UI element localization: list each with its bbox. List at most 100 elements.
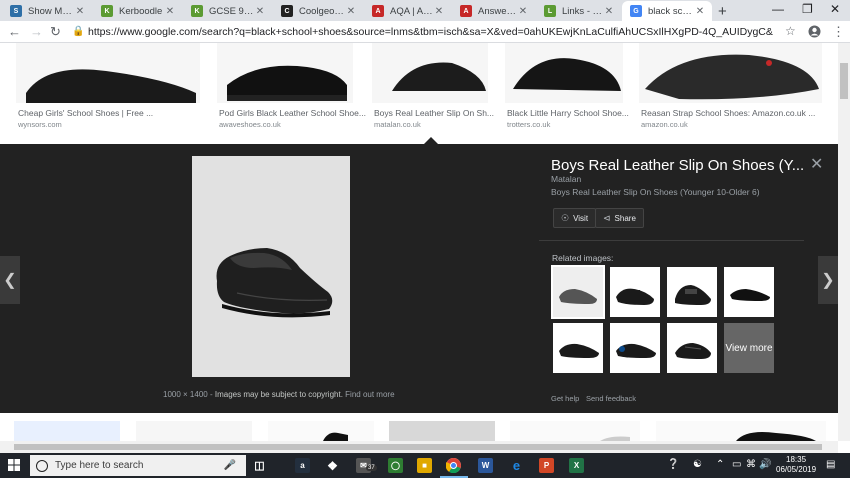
vertical-scroll-thumb[interactable] [840, 63, 848, 99]
people-icon[interactable]: ☯ [693, 459, 702, 470]
horizontal-scroll-thumb[interactable] [14, 444, 822, 450]
taskbar-search-box[interactable]: Type here to search 🎤 [30, 455, 246, 476]
tab-title: GCSE 9-1 Geo [209, 5, 254, 17]
tab[interactable]: K GCSE 9-1 Geo✕ [183, 1, 272, 21]
preview-site[interactable]: Matalan [551, 174, 581, 184]
volume-icon[interactable]: 🔊 [759, 459, 771, 470]
find-out-more-link[interactable]: Find out more [345, 390, 394, 399]
tab[interactable]: K Kerboodle ✕ [93, 1, 182, 21]
lock-icon: 🔒 [72, 26, 85, 37]
xbox-icon[interactable]: ◯ [388, 458, 403, 473]
back-button[interactable]: ← [8, 24, 21, 39]
result-thumbnail[interactable] [505, 43, 623, 103]
image-meta-separator: - [209, 390, 213, 399]
tab[interactable]: Gblack school s✕ [622, 1, 712, 21]
share-button[interactable]: ⊲ Share [595, 208, 644, 228]
cortana-icon [36, 459, 48, 472]
related-image[interactable] [553, 323, 603, 373]
tab-close-icon[interactable]: ✕ [164, 6, 176, 17]
related-image[interactable] [724, 267, 774, 317]
result-source: amazon.co.uk [641, 120, 688, 129]
result-thumbnail[interactable] [14, 421, 120, 441]
action-center-icon[interactable]: ▤ [826, 459, 835, 470]
dropbox-icon[interactable]: ❖ [325, 458, 340, 473]
previous-arrow-icon[interactable]: ❮ [0, 256, 20, 304]
related-image[interactable] [551, 265, 605, 319]
get-help-link[interactable]: Get help [551, 394, 579, 403]
forward-button[interactable]: → [30, 24, 43, 39]
next-arrow-icon[interactable]: ❯ [818, 256, 838, 304]
excel-icon[interactable]: X [569, 458, 584, 473]
preview-image[interactable] [192, 156, 350, 377]
search-results-page: Cheap Girls' School Shoes | Free ... wyns… [0, 43, 838, 441]
tab-close-icon[interactable]: ✕ [74, 6, 86, 17]
microphone-icon[interactable]: 🎤 [224, 460, 236, 471]
system-clock[interactable]: 18:35 06/05/2019 [776, 455, 816, 475]
result-thumbnail[interactable] [268, 421, 374, 441]
related-image[interactable] [610, 323, 660, 373]
address-bar: ← → ↻ 🔒 https://www.google.com/search?q=… [0, 21, 850, 43]
close-preview-icon[interactable]: ✕ [810, 154, 823, 174]
result-caption[interactable]: Black Little Harry School Shoe... [507, 108, 629, 118]
windows-start-icon[interactable] [8, 459, 20, 474]
tab-close-icon[interactable]: ✕ [345, 6, 357, 17]
result-thumbnail[interactable] [510, 421, 640, 441]
result-thumbnail[interactable] [656, 421, 826, 441]
battery-icon[interactable]: ▭ [732, 459, 741, 470]
tab[interactable]: A Answers and✕ [452, 1, 535, 21]
tab-title: Answers and [478, 5, 517, 17]
result-source: trotters.co.uk [507, 120, 551, 129]
result-thumbnail[interactable] [136, 421, 252, 441]
file-explorer-icon[interactable]: ■ [417, 458, 432, 473]
menu-icon[interactable]: ⋮ [832, 24, 845, 40]
touch-keyboard-icon[interactable]: ⌘ [746, 459, 756, 470]
tab-close-icon[interactable]: ✕ [694, 6, 706, 17]
result-source: wynsors.com [18, 120, 62, 129]
tab-close-icon[interactable]: ✕ [254, 6, 266, 17]
url-field[interactable]: https://www.google.com/search?q=black+sc… [88, 26, 773, 38]
result-thumbnail[interactable] [389, 421, 495, 441]
tab[interactable]: S Show My Hom✕ [2, 1, 92, 21]
result-thumbnail[interactable] [639, 43, 822, 103]
edge-icon[interactable]: e [509, 458, 524, 473]
kerboodle-icon: K [101, 5, 113, 17]
powerpoint-icon[interactable]: P [539, 458, 554, 473]
word-icon[interactable]: W [478, 458, 493, 473]
send-feedback-link[interactable]: Send feedback [586, 394, 636, 403]
tab[interactable]: C Coolgeograph✕ [273, 1, 363, 21]
result-caption[interactable]: Reasan Strap School Shoes: Amazon.co.uk … [641, 108, 815, 118]
amazon-icon[interactable]: a [295, 458, 310, 473]
image-meta: 1000 × 1400 - Images may be subject to c… [163, 390, 395, 399]
result-caption[interactable]: Cheap Girls' School Shoes | Free ... [18, 108, 153, 118]
result-thumbnail[interactable] [217, 43, 353, 103]
close-window-button[interactable]: ✕ [830, 2, 840, 16]
visit-button[interactable]: ☉ Visit [553, 208, 597, 228]
tab-close-icon[interactable]: ✕ [433, 6, 445, 17]
chrome-icon[interactable] [446, 458, 461, 473]
related-image[interactable] [610, 267, 660, 317]
help-icon[interactable]: ❔ [667, 459, 679, 470]
show-hidden-icons-icon[interactable]: ⌃ [716, 459, 724, 470]
tab-close-icon[interactable]: ✕ [603, 6, 615, 17]
related-image[interactable] [667, 323, 717, 373]
profile-avatar[interactable] [808, 25, 821, 41]
result-caption[interactable]: Pod Girls Black Leather School Shoe... [219, 108, 366, 118]
globe-icon: ☉ [561, 212, 570, 223]
related-image[interactable] [667, 267, 717, 317]
minimize-button[interactable]: — [772, 2, 784, 16]
tab[interactable]: A AQA | AS and✕ [364, 1, 451, 21]
bookmark-star-icon[interactable]: ☆ [785, 24, 796, 38]
view-more-button[interactable]: View more [724, 323, 774, 373]
new-tab-button[interactable]: + [718, 3, 727, 20]
vertical-scrollbar[interactable] [838, 43, 850, 441]
result-caption[interactable]: Boys Real Leather Slip On Sh... [374, 108, 494, 118]
panel-divider [539, 240, 804, 241]
result-thumbnail[interactable] [372, 43, 488, 103]
preview-title[interactable]: Boys Real Leather Slip On Shoes (Y... [551, 157, 804, 174]
tab-close-icon[interactable]: ✕ [517, 6, 529, 17]
maximize-button[interactable]: ❐ [802, 2, 813, 16]
tab[interactable]: L Links - Youth✕ [536, 1, 621, 21]
task-view-icon[interactable]: ◫ [252, 458, 267, 473]
result-thumbnail[interactable] [16, 43, 200, 103]
reload-button[interactable]: ↻ [50, 24, 61, 40]
